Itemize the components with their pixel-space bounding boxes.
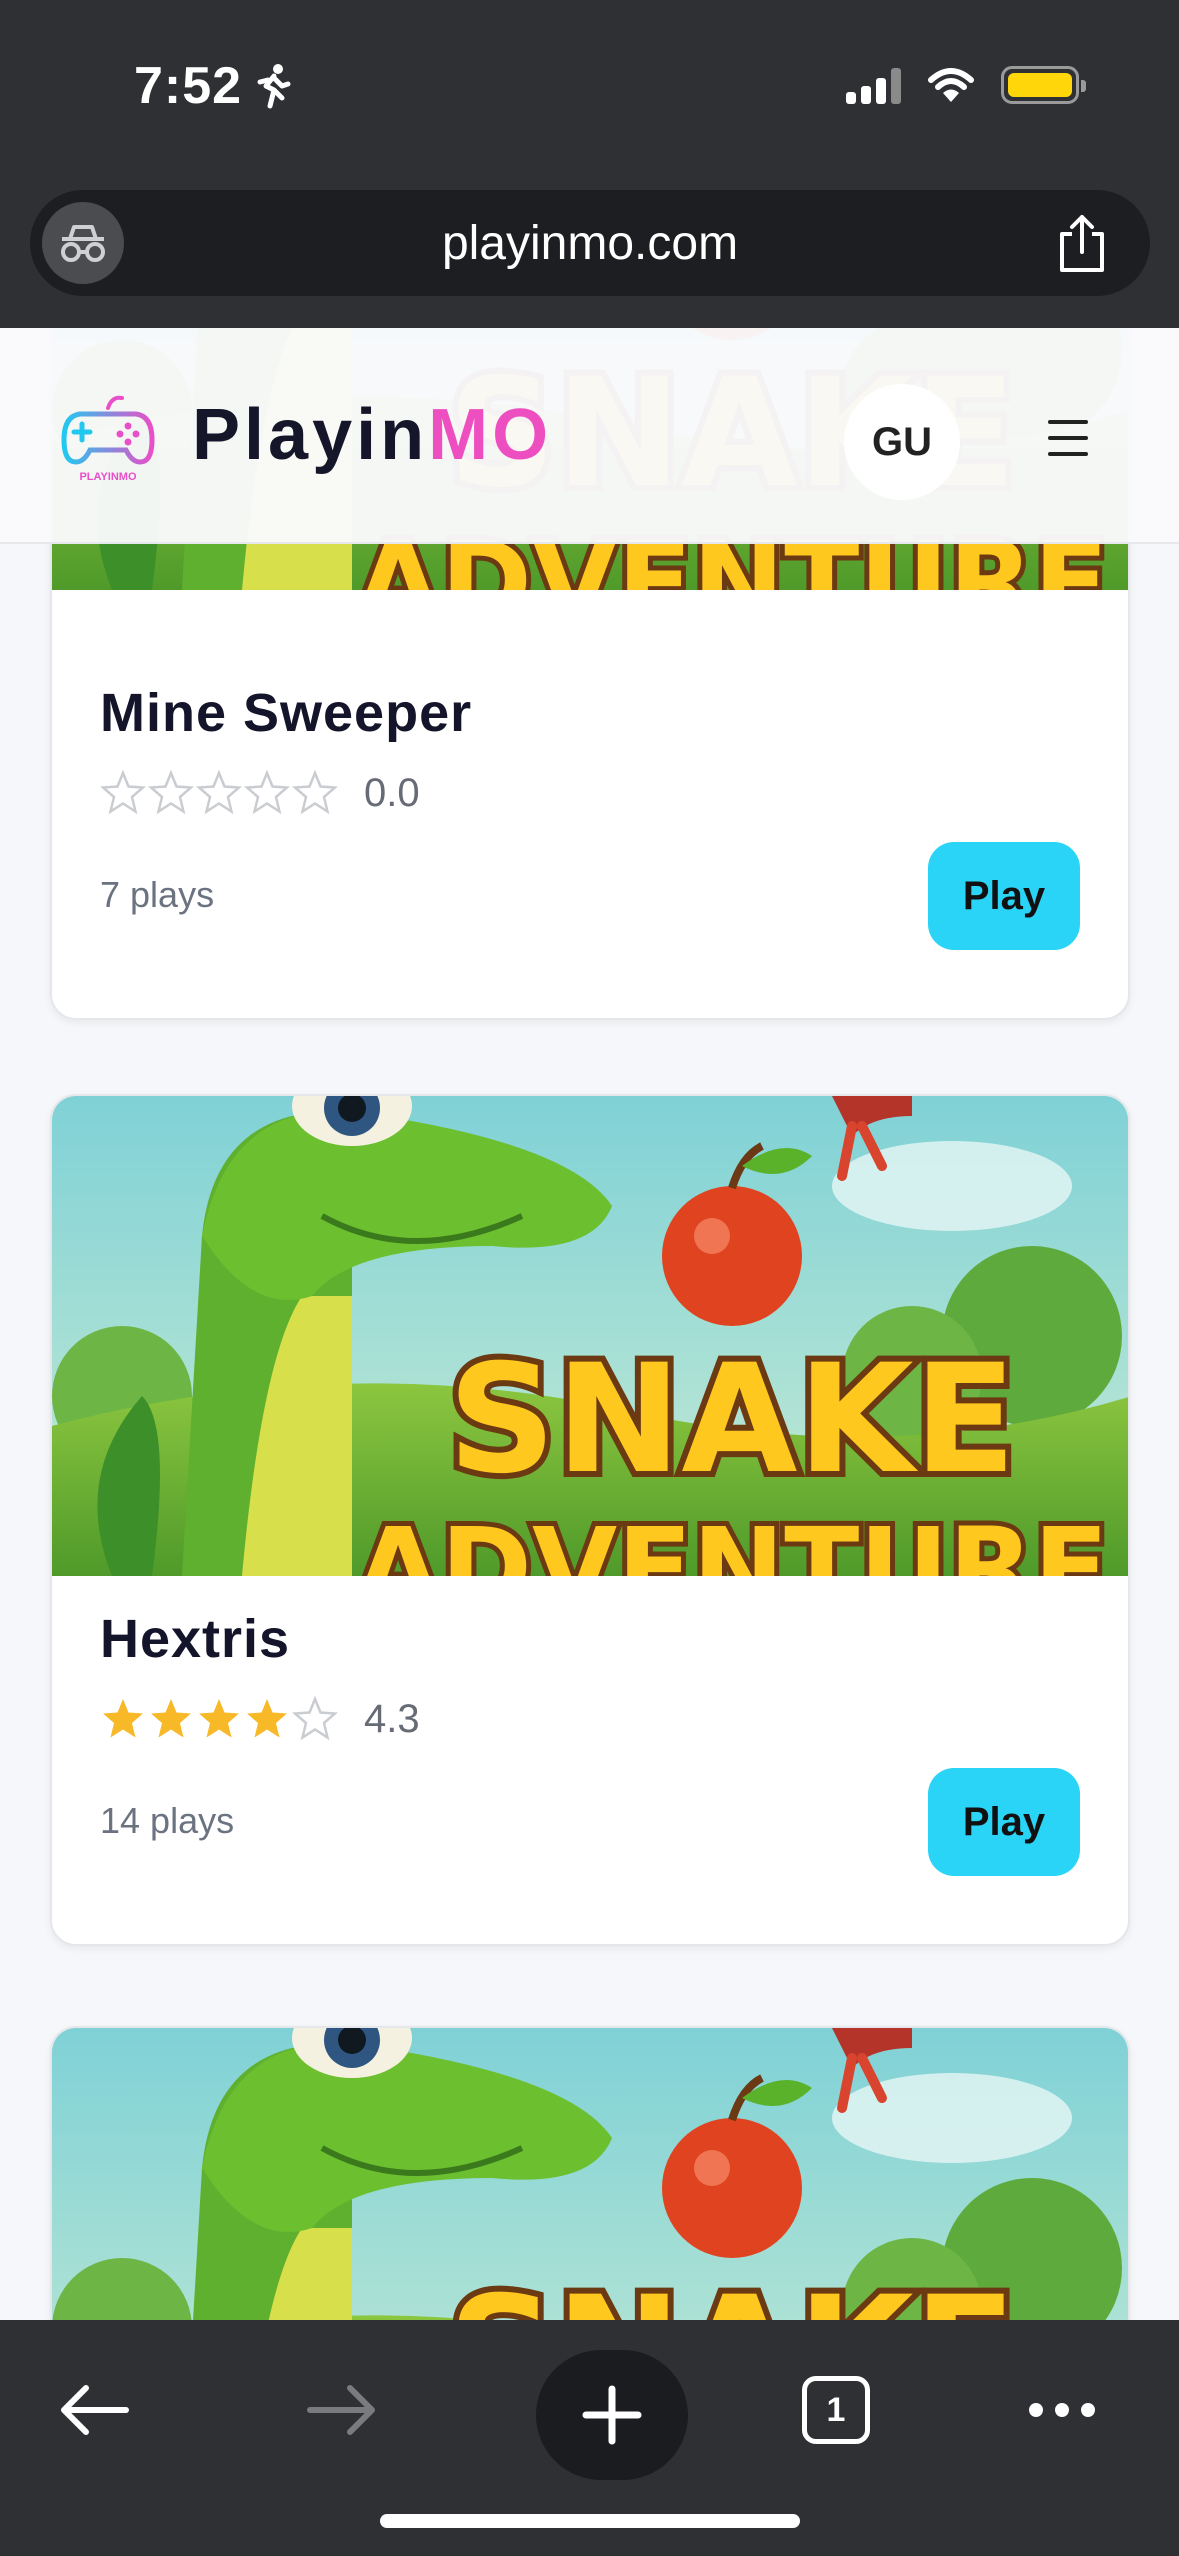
logo-text-main: Playin <box>192 395 429 475</box>
status-time: 7:52 <box>134 57 243 115</box>
signal-icon <box>846 66 901 104</box>
new-tab-button[interactable] <box>536 2350 688 2480</box>
site-logo[interactable]: PlayinMO <box>192 394 552 476</box>
wifi-icon <box>928 68 974 102</box>
star-rating <box>100 1696 338 1742</box>
star-empty-icon <box>196 770 242 815</box>
svg-text:ADVENTURE: ADVENTURE <box>356 1504 1109 1576</box>
play-count: 14 plays <box>100 1800 235 1841</box>
star-empty-icon <box>244 770 290 815</box>
game-card[interactable]: SNAKE ADVENTURE <box>50 2026 1130 2328</box>
more-icon[interactable] <box>1012 2360 1112 2460</box>
game-card[interactable]: SNAKE ADVENTURE Hextris 4.3 14 plays Pla… <box>50 1094 1130 1946</box>
battery-icon <box>1001 66 1086 104</box>
star-rating <box>100 770 338 816</box>
rating-value: 4.3 <box>364 1696 420 1741</box>
hamburger-menu-icon[interactable] <box>1048 420 1088 456</box>
tabs-icon[interactable]: 1 <box>786 2360 886 2460</box>
star-filled-icon <box>247 1699 287 1738</box>
game-list: SNAKE ADVENTURE Mine Sweeper 0.0 7 plays… <box>0 328 1179 2328</box>
svg-text:SNAKE: SNAKE <box>448 2265 1016 2328</box>
gamepad-logo-icon[interactable]: PLAYINMO <box>60 390 156 484</box>
play-button[interactable]: Play <box>928 842 1080 950</box>
star-empty-icon <box>292 770 338 815</box>
star-empty-icon <box>148 770 194 815</box>
browser-top-bar: 7:52 playinmo.com <box>0 0 1179 328</box>
svg-text:SNAKE: SNAKE <box>448 1333 1016 1507</box>
star-filled-icon <box>151 1699 191 1738</box>
star-filled-icon <box>199 1699 239 1738</box>
rating: 0.0 <box>100 770 420 816</box>
tab-count: 1 <box>802 2376 870 2444</box>
rating-value: 0.0 <box>364 770 420 815</box>
language-button[interactable]: GU <box>844 384 960 500</box>
game-thumbnail[interactable]: SNAKE ADVENTURE <box>52 1096 1128 1576</box>
forward-arrow-icon[interactable] <box>292 2360 392 2460</box>
svg-text:PLAYINMO: PLAYINMO <box>79 471 136 483</box>
play-button[interactable]: Play <box>928 1768 1080 1876</box>
play-count: 7 plays <box>100 874 215 915</box>
url-text[interactable]: playinmo.com <box>30 216 1150 271</box>
site-header: PLAYINMO PlayinMO GU <box>0 328 1179 544</box>
back-arrow-icon[interactable] <box>44 2360 144 2460</box>
rating: 4.3 <box>100 1696 420 1742</box>
runner-icon <box>257 64 291 109</box>
star-empty-icon <box>292 1696 338 1741</box>
plus-icon <box>582 2385 642 2445</box>
star-filled-icon <box>103 1699 143 1738</box>
star-empty-icon <box>100 770 146 815</box>
game-title[interactable]: Hextris <box>100 1608 290 1670</box>
game-thumbnail[interactable]: SNAKE ADVENTURE <box>52 2028 1128 2328</box>
share-icon[interactable] <box>1054 214 1110 274</box>
logo-text-accent: MO <box>428 395 553 475</box>
home-indicator[interactable] <box>380 2514 800 2528</box>
game-title[interactable]: Mine Sweeper <box>100 682 472 744</box>
status-indicators <box>846 66 1086 104</box>
address-bar[interactable]: playinmo.com <box>30 190 1150 296</box>
